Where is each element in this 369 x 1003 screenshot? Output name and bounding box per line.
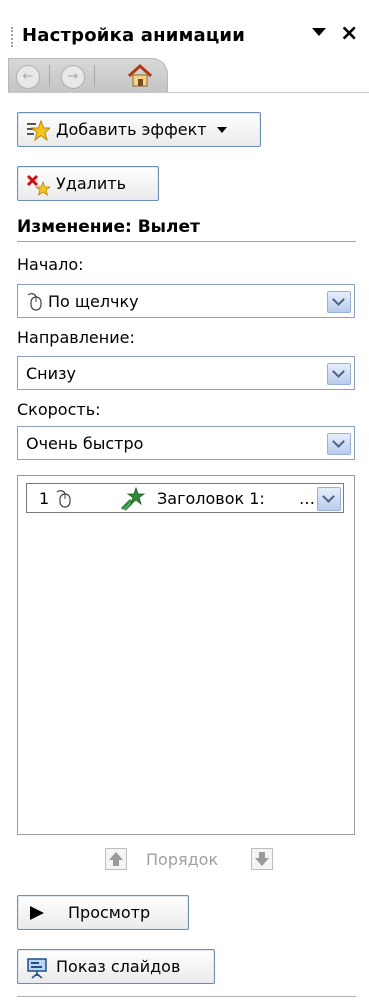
effect-ellipsis: …	[299, 489, 315, 508]
chevron-down-icon[interactable]	[327, 433, 351, 455]
chevron-down-icon[interactable]	[327, 291, 351, 313]
nav-divider	[8, 92, 369, 93]
chevron-down-icon[interactable]	[317, 487, 341, 511]
add-effect-button[interactable]: Добавить эффект	[17, 112, 261, 147]
order-label: Порядок	[146, 850, 219, 869]
slideshow-button[interactable]: Показ слайдов	[17, 949, 215, 984]
effect-name: Заголовок 1:	[157, 489, 265, 508]
forward-icon[interactable]: →	[61, 65, 85, 89]
drag-grip[interactable]	[11, 27, 15, 47]
move-down-icon[interactable]	[251, 848, 273, 870]
direction-label: Направление:	[17, 328, 135, 347]
mouse-icon	[26, 291, 44, 315]
nav-separator	[49, 65, 50, 87]
speed-select-value: Очень быстро	[26, 434, 144, 453]
chevron-down-icon[interactable]	[327, 363, 351, 385]
back-icon[interactable]: ←	[16, 65, 40, 89]
add-effect-star-icon	[26, 119, 52, 141]
remove-effect-icon	[26, 174, 52, 196]
effect-order-number: 1	[39, 489, 50, 508]
home-icon[interactable]	[126, 62, 154, 90]
speed-label: Скорость:	[17, 400, 101, 419]
start-select-value: По щелчку	[48, 292, 139, 311]
pane-titlebar: Настройка анимации ×	[0, 22, 369, 54]
add-effect-label: Добавить эффект	[56, 120, 207, 139]
custom-animation-pane: Настройка анимации × ← → Добавить эффект	[0, 0, 369, 1003]
close-icon[interactable]: ×	[340, 22, 358, 46]
start-select[interactable]: По щелчку	[17, 284, 355, 318]
pane-options-dropdown-icon[interactable]	[312, 28, 326, 36]
list-item[interactable]: 1 Заголовок 1: …	[26, 483, 344, 513]
mouse-icon	[55, 488, 73, 508]
move-up-icon[interactable]	[105, 848, 127, 870]
direction-select[interactable]: Снизу	[17, 356, 355, 390]
preview-button[interactable]: Просмотр	[17, 895, 189, 930]
speed-select[interactable]: Очень быстро	[17, 426, 355, 460]
section-divider	[17, 241, 356, 242]
pane-title: Настройка анимации	[22, 25, 246, 46]
bottom-divider	[17, 996, 356, 997]
modify-heading: Изменение: Вылет	[17, 217, 200, 237]
entrance-effect-star-icon	[119, 486, 146, 512]
remove-label: Удалить	[56, 174, 126, 193]
direction-select-value: Снизу	[26, 364, 77, 383]
chevron-down-icon	[216, 126, 227, 133]
navigation-bar: ← →	[8, 58, 168, 93]
preview-label: Просмотр	[68, 903, 151, 922]
effects-list[interactable]: 1 Заголовок 1: …	[17, 475, 355, 835]
start-label: Начало:	[17, 255, 84, 274]
play-icon	[26, 903, 48, 923]
nav-separator	[94, 65, 95, 87]
slideshow-icon	[26, 957, 48, 979]
remove-button[interactable]: Удалить	[17, 166, 159, 201]
reorder-row: Порядок	[0, 848, 369, 872]
slideshow-label: Показ слайдов	[56, 957, 181, 976]
